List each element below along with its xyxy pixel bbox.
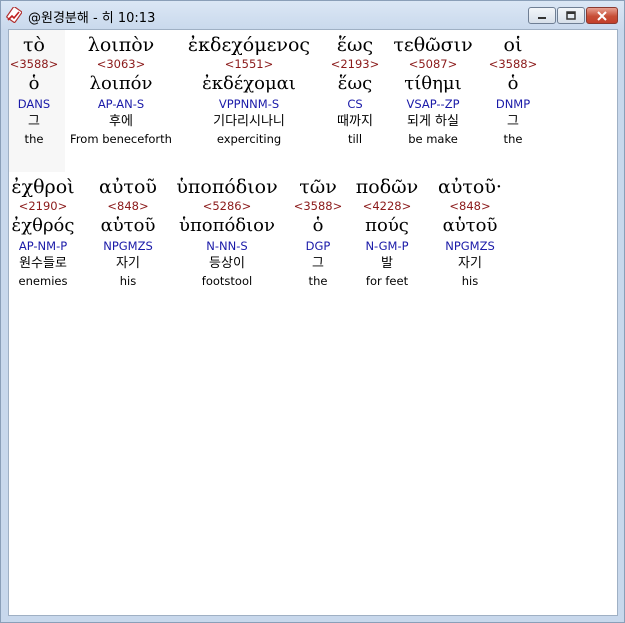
english-gloss: From beneceforth <box>70 132 172 146</box>
word-block[interactable]: ἐχθροὶ <2190> ἐχθρός AP-NM-P 원수들로 enemie… <box>11 176 74 289</box>
greek-word: λοιπὸν <box>87 34 155 56</box>
strong-number: <3588> <box>293 199 343 213</box>
strong-number: <5286> <box>202 199 252 213</box>
morph-code: DNMP <box>495 97 531 111</box>
lemma: τίθημι <box>404 73 462 94</box>
korean-gloss: 등상이 <box>209 256 245 271</box>
strong-number: <3588> <box>488 57 538 71</box>
lemma: ὁ <box>507 73 519 94</box>
greek-word: ποδῶν <box>355 176 419 198</box>
strong-number: <848> <box>449 199 491 213</box>
word-block[interactable]: ποδῶν <4228> πούς N-GM-P 발 for feet <box>356 176 418 289</box>
word-block[interactable]: αὐτοῦ· <848> αὑτοῦ NPGMZS 자기 his <box>438 176 502 289</box>
window-title: @원경분해 - 히 10:13 <box>28 11 156 26</box>
english-gloss: experciting <box>216 132 282 146</box>
english-gloss: till <box>347 132 363 146</box>
strong-number: <848> <box>107 199 149 213</box>
english-gloss: the <box>308 274 328 288</box>
korean-gloss: 후에 <box>109 114 133 129</box>
morph-code: AP-NM-P <box>18 239 68 253</box>
word-block[interactable]: λοιπὸν <3063> λοιπόν AP-AN-S 후에 From ben… <box>70 34 172 147</box>
lemma: πούς <box>365 215 409 236</box>
word-block[interactable]: οἱ <3588> ὁ DNMP 그 the <box>489 34 538 147</box>
english-gloss: the <box>503 132 523 146</box>
lemma: ὑποπόδιον <box>179 215 275 236</box>
close-icon <box>597 10 607 21</box>
english-gloss: be make <box>408 132 458 146</box>
korean-gloss: 원수들로 <box>19 256 67 271</box>
korean-gloss: 그 <box>312 256 324 271</box>
lemma: ὁ <box>312 215 324 236</box>
morph-code: NPGMZS <box>445 239 495 253</box>
lemma: ἐκδέχομαι <box>202 73 296 94</box>
app-window: @원경분해 - 히 10:13 τὸ <3588> ὁ DANS 그 the λ… <box>0 0 625 623</box>
close-button[interactable] <box>586 7 618 24</box>
lemma: λοιπόν <box>89 73 153 94</box>
strong-number: <5087> <box>408 57 458 71</box>
greek-word: οἱ <box>503 34 523 56</box>
greek-word: ἐχθροὶ <box>11 176 75 198</box>
word-block[interactable]: αὐτοῦ <848> αὑτοῦ NPGMZS 자기 his <box>99 176 157 289</box>
morph-code: VSAP--ZP <box>406 97 460 111</box>
morph-code: VPPNNM-S <box>218 97 280 111</box>
lemma: ἐχθρός <box>11 215 75 236</box>
lemma: ἕως <box>337 73 373 94</box>
strong-number: <3063> <box>96 57 146 71</box>
greek-word: ὑποπόδιον <box>176 176 278 198</box>
word-block[interactable]: τεθῶσιν <5087> τίθημι VSAP--ZP 되게 하실 be … <box>393 34 472 147</box>
greek-word: τῶν <box>299 176 337 198</box>
word-block[interactable]: τὸ <3588> ὁ DANS 그 the <box>10 34 59 147</box>
english-gloss: his <box>461 274 479 288</box>
greek-word: ἕως <box>336 34 374 56</box>
minimize-button[interactable] <box>528 7 556 24</box>
maximize-icon <box>566 10 576 20</box>
lemma: αὑτοῦ <box>442 215 498 236</box>
word-block[interactable]: ὑποπόδιον <5286> ὑποπόδιον N-NN-S 등상이 fo… <box>176 176 277 289</box>
morph-code: N-NN-S <box>206 239 248 253</box>
morph-code: DANS <box>17 97 51 111</box>
strong-number: <2193> <box>330 57 380 71</box>
korean-gloss: 되게 하실 <box>407 114 459 129</box>
strong-number: <1551> <box>224 57 274 71</box>
lemma: αὑτοῦ <box>100 215 156 236</box>
lemma: ὁ <box>28 73 40 94</box>
korean-gloss: 발 <box>381 256 393 271</box>
strong-number: <3588> <box>9 57 59 71</box>
english-gloss: the <box>24 132 44 146</box>
english-gloss: his <box>119 274 137 288</box>
greek-word: τεθῶσιν <box>393 34 473 56</box>
morph-code: AP-AN-S <box>97 97 145 111</box>
english-gloss: for feet <box>365 274 409 288</box>
morph-code: DGP <box>305 239 331 253</box>
interlinear-panel[interactable]: τὸ <3588> ὁ DANS 그 the λοιπὸν <3063> λοι… <box>8 29 618 616</box>
strong-number: <2190> <box>18 199 68 213</box>
strong-number: <4228> <box>362 199 412 213</box>
korean-gloss: 기다리시나니 <box>213 114 285 129</box>
app-icon <box>6 6 23 23</box>
greek-word: αὐτοῦ· <box>438 176 502 198</box>
morph-code: NPGMZS <box>103 239 153 253</box>
minimize-icon <box>538 16 546 19</box>
word-block[interactable]: ἐκδεχόμενος <1551> ἐκδέχομαι VPPNNM-S 기다… <box>188 34 310 147</box>
korean-gloss: 그 <box>28 114 40 129</box>
word-block[interactable]: τῶν <3588> ὁ DGP 그 the <box>294 176 343 289</box>
morph-code: N-GM-P <box>365 239 409 253</box>
title-bar[interactable]: @원경분해 - 히 10:13 <box>1 1 624 29</box>
word-block[interactable]: ἕως <2193> ἕως CS 때까지 till <box>331 34 380 147</box>
korean-gloss: 자기 <box>458 256 482 271</box>
greek-word: τὸ <box>23 34 45 56</box>
korean-gloss: 자기 <box>116 256 140 271</box>
korean-gloss: 때까지 <box>337 114 373 129</box>
maximize-button[interactable] <box>557 7 585 24</box>
korean-gloss: 그 <box>507 114 519 129</box>
greek-word: αὐτοῦ <box>99 176 157 198</box>
english-gloss: enemies <box>18 274 68 288</box>
greek-word: ἐκδεχόμενος <box>187 34 311 56</box>
morph-code: CS <box>347 97 363 111</box>
english-gloss: footstool <box>201 274 253 288</box>
